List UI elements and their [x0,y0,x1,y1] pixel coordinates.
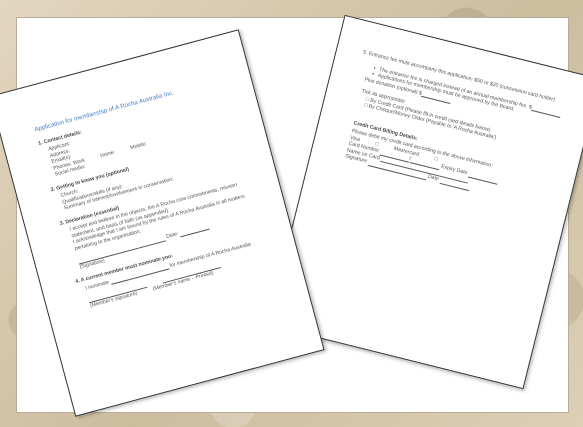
form-page-front: Application for membership of A Rocha Au… [0,29,325,417]
image-canvas: 5. Entrance fee must accompany this appl… [0,14,583,417]
